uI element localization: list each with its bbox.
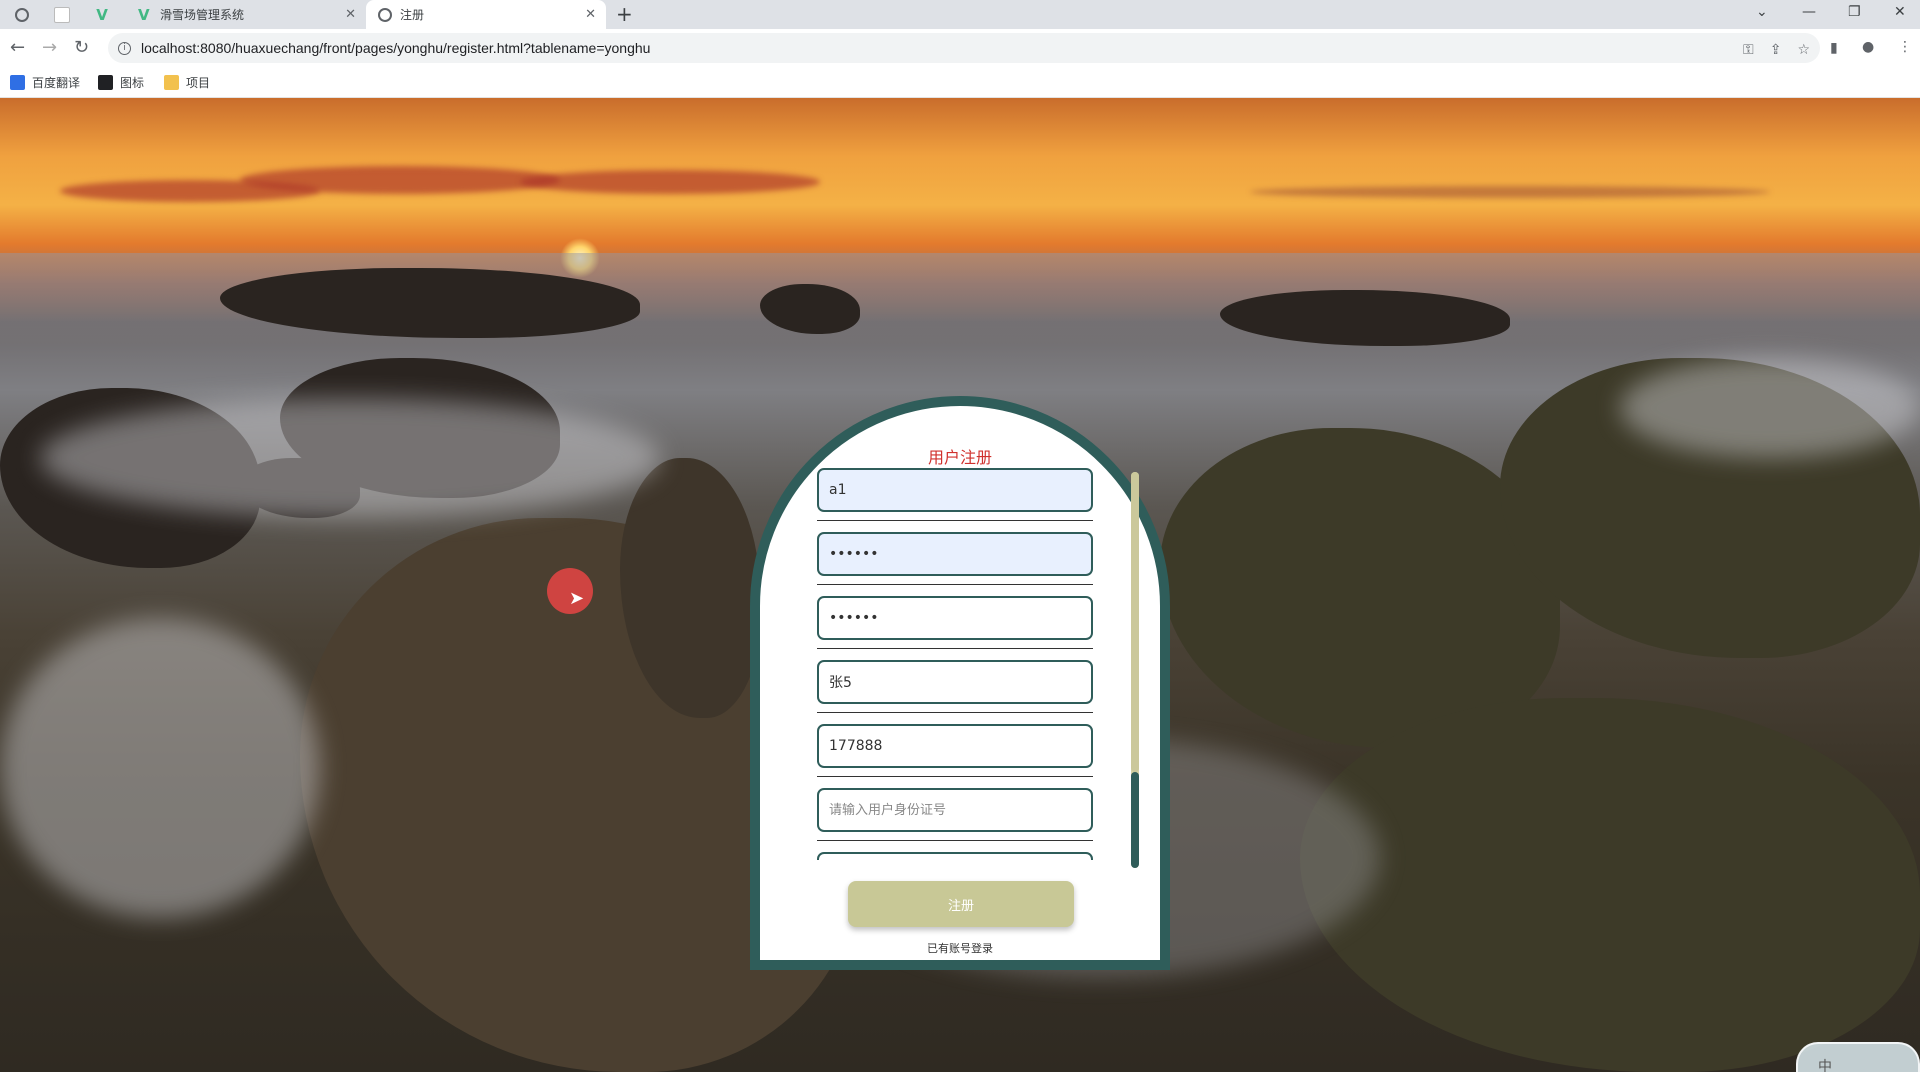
vue-logo-icon: V <box>96 5 108 24</box>
mouse-cursor-icon: ➤ <box>569 588 585 609</box>
form-fields <box>817 468 1097 860</box>
tab-label: 注册 <box>400 8 425 22</box>
address-bar[interactable]: i localhost:8080/huaxuechang/front/pages… <box>108 33 1820 63</box>
tab-strip: V V 滑雪场管理系统 ✕ 注册 ✕ + ⌄ — ❐ ✕ <box>0 0 1920 29</box>
browser-toolbar: ← → ↻ i localhost:8080/huaxuechang/front… <box>0 29 1920 67</box>
field-next <box>817 852 1097 860</box>
new-tab-icon[interactable]: + <box>616 2 633 26</box>
tab-register[interactable]: 注册 ✕ <box>366 0 606 29</box>
divider <box>817 584 1093 585</box>
forward-icon[interactable]: → <box>42 37 57 58</box>
bookmark-item[interactable]: 项目 <box>164 74 210 91</box>
ime-mode-label: 中 <box>1818 1059 1832 1072</box>
back-icon[interactable]: ← <box>10 37 25 58</box>
tab-pinned-1[interactable] <box>4 0 40 29</box>
next-input[interactable] <box>817 852 1093 860</box>
ime-widget[interactable]: 中 <box>1796 1042 1920 1072</box>
field-confirm-password <box>817 596 1097 660</box>
vue-logo-icon: V <box>138 5 150 24</box>
blank-page-icon <box>54 6 70 23</box>
field-password <box>817 532 1097 596</box>
scrollbar-thumb[interactable] <box>1131 472 1139 772</box>
sidepanel-icon[interactable]: ▮ <box>1830 40 1838 56</box>
register-form: 用户注册 a1 •••••• •••••• 张5 177888 请输入用户身份证… <box>750 396 1170 970</box>
tab-pinned-2[interactable] <box>44 0 80 29</box>
folder-icon <box>164 75 179 90</box>
field-name <box>817 660 1097 724</box>
bookmark-item[interactable]: 百度翻译 <box>10 74 80 91</box>
divider <box>817 712 1093 713</box>
url-text: localhost:8080/huaxuechang/front/pages/y… <box>141 40 651 56</box>
tab-ski-admin[interactable]: V 滑雪场管理系统 ✕ <box>128 0 366 29</box>
bookmark-label: 项目 <box>186 76 211 90</box>
bookmark-item[interactable]: 图标 <box>98 74 144 91</box>
id-card-input[interactable] <box>817 788 1093 832</box>
divider <box>817 840 1093 841</box>
close-icon[interactable]: ✕ <box>585 7 596 22</box>
register-page: ➤ 用户注册 a1 •••••• •••••• 张5 177888 请输入用户身… <box>0 98 1920 1072</box>
profile-icon[interactable]: ● <box>1862 39 1874 55</box>
key-icon[interactable]: ⚿ <box>1743 42 1754 58</box>
login-link[interactable]: 已有账号登录 <box>760 940 1160 956</box>
register-button[interactable]: 注册 <box>848 881 1074 927</box>
bookmarks-bar: 百度翻译 图标 项目 <box>0 67 1920 98</box>
bookmark-label: 图标 <box>120 76 145 90</box>
scrollbar-track-lower <box>1131 772 1139 868</box>
star-icon[interactable]: ☆ <box>1797 42 1810 58</box>
image-icon <box>98 75 113 90</box>
reload-icon[interactable]: ↻ <box>74 37 89 58</box>
tab-pinned-3[interactable]: V <box>84 0 120 29</box>
account-input[interactable] <box>817 468 1093 512</box>
confirm-password-input[interactable] <box>817 596 1093 640</box>
tab-label: 滑雪场管理系统 <box>160 8 245 22</box>
menu-icon[interactable]: ⋮ <box>1898 39 1912 55</box>
name-input[interactable] <box>817 660 1093 704</box>
info-icon[interactable]: i <box>118 41 131 55</box>
form-title: 用户注册 <box>927 448 992 467</box>
omnibox-actions: ⚿ ⇪ ☆ <box>1743 42 1810 58</box>
restore-icon[interactable]: ❐ <box>1848 4 1861 20</box>
globe-icon <box>15 7 29 22</box>
password-input[interactable] <box>817 532 1093 576</box>
share-icon[interactable]: ⇪ <box>1770 42 1782 58</box>
phone-input[interactable] <box>817 724 1093 768</box>
divider <box>817 648 1093 649</box>
bookmark-label: 百度翻译 <box>32 76 81 90</box>
window-close-icon[interactable]: ✕ <box>1894 4 1906 20</box>
divider <box>817 776 1093 777</box>
field-phone <box>817 724 1097 788</box>
close-icon[interactable]: ✕ <box>345 7 356 22</box>
minimize-icon[interactable]: — <box>1802 4 1816 20</box>
divider <box>817 520 1093 521</box>
form-scrollbar[interactable] <box>1131 472 1139 868</box>
field-account <box>817 468 1097 532</box>
field-id-card <box>817 788 1097 852</box>
globe-icon <box>378 7 392 22</box>
translate-icon <box>10 75 25 90</box>
tab-search-icon[interactable]: ⌄ <box>1756 4 1768 20</box>
